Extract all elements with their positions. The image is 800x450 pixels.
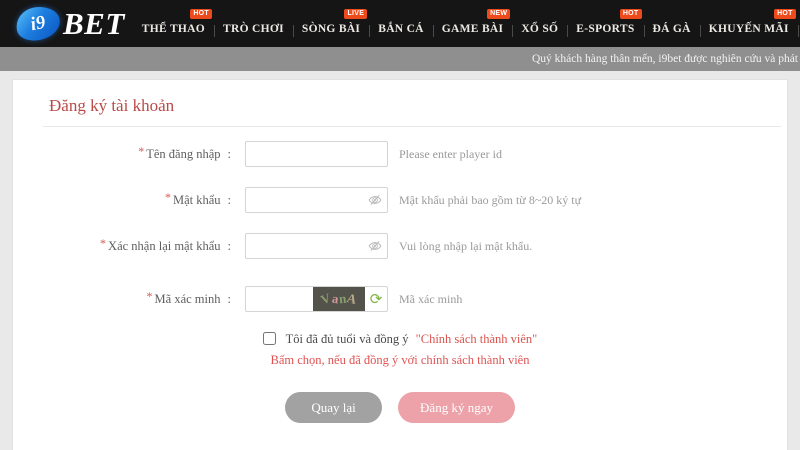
- agreement-text: Tôi đã đủ tuổi và đồng ý: [286, 332, 409, 346]
- nav-badge: HOT: [774, 9, 796, 19]
- logo-gem-icon: i9: [13, 3, 63, 44]
- logo-brand-text: BET: [63, 6, 125, 42]
- registration-form: * Tên đăng nhập : Please enter player id…: [13, 141, 787, 423]
- captcha-refresh-icon[interactable]: ⟳: [365, 290, 387, 308]
- password-hint: Mật khẩu phải bao gồm từ 8~20 ký tự: [399, 193, 581, 208]
- button-row: Quay lại Đăng ký ngay: [13, 392, 787, 423]
- nav-item-label: KHUYẾN MÃI: [709, 23, 789, 35]
- username-label: * Tên đăng nhập :: [13, 147, 245, 162]
- nav-badge: HOT: [190, 9, 212, 19]
- notice-ticker: Quý khách hàng thân mến, i9bet được nghi…: [0, 47, 800, 71]
- nav-item-7[interactable]: HOTE-SPORTS: [567, 23, 643, 35]
- captcha-row: * Mã xác minh : VanA ⟳ Mã xác minh: [13, 286, 787, 312]
- notice-ticker-text: Quý khách hàng thân mến, i9bet được nghi…: [532, 53, 798, 65]
- password-row: * Mật khẩu : Mật khẩu phải bao gồm từ 8~…: [13, 187, 787, 213]
- nav-item-label: SÒNG BÀI: [302, 23, 360, 35]
- confirm-password-row: * Xác nhận lại mật khẩu : Vui lòng nhập …: [13, 233, 787, 259]
- captcha-label: * Mã xác minh :: [13, 292, 245, 307]
- register-button[interactable]: Đăng ký ngay: [398, 392, 515, 423]
- captcha-image[interactable]: VanA: [313, 287, 365, 311]
- required-asterisk: *: [147, 289, 153, 304]
- captcha-hint: Mã xác minh: [399, 292, 462, 307]
- password-label: * Mật khẩu :: [13, 193, 245, 208]
- logo-gem-text: i9: [28, 11, 47, 36]
- nav-item-5[interactable]: NEWGAME BÀI: [433, 23, 513, 35]
- nav-item-1[interactable]: HOTTHỂ THAO: [133, 23, 214, 35]
- nav-item-label: BẮN CÁ: [378, 23, 424, 35]
- nav-badge: LIVE: [344, 9, 367, 19]
- nav-badge: HOT: [620, 9, 642, 19]
- nav-item-label: THỂ THAO: [142, 23, 205, 35]
- nav-item-4[interactable]: BẮN CÁ: [369, 23, 433, 35]
- top-nav: i9 BET HOTTHỂ THAOTRÒ CHƠILIVESÒNG BÀIBẮ…: [0, 0, 800, 47]
- nav-item-8[interactable]: ĐÁ GÀ: [644, 23, 700, 35]
- nav-item-label: TRÒ CHƠI: [223, 23, 284, 35]
- agreement-checkbox[interactable]: [263, 332, 276, 345]
- password-input[interactable]: [245, 187, 388, 213]
- nav-badge: NEW: [487, 9, 510, 19]
- confirm-password-hint: Vui lòng nhập lại mật khẩu.: [399, 239, 532, 254]
- captcha-field: VanA ⟳: [245, 286, 388, 312]
- username-hint: Please enter player id: [399, 147, 502, 162]
- agreement-row: Tôi đã đủ tuổi và đồng ý "Chính sách thà…: [13, 332, 787, 347]
- logo[interactable]: i9 BET: [16, 6, 125, 42]
- back-button[interactable]: Quay lại: [285, 392, 382, 423]
- nav-menu: HOTTHỂ THAO TRÒ CHƠI LIVESÒNG BÀI BẮN CÁ NEW…: [133, 23, 800, 35]
- nav-item-2[interactable]: TRÒ CHƠI: [214, 23, 293, 35]
- agreement-note: Bấm chọn, nếu đã đồng ý với chính sách t…: [13, 353, 787, 368]
- nav-item-label: E-SPORTS: [576, 23, 634, 35]
- policy-link[interactable]: "Chính sách thành viên": [416, 332, 538, 346]
- nav-item-label: GAME BÀI: [442, 23, 504, 35]
- confirm-password-input[interactable]: [245, 233, 388, 259]
- nav-item-3[interactable]: LIVESÒNG BÀI: [293, 23, 369, 35]
- required-asterisk: *: [100, 236, 106, 251]
- registration-card: Đăng ký tài khoản * Tên đăng nhập : Plea…: [12, 79, 788, 450]
- title-divider: [43, 126, 781, 127]
- page-title: Đăng ký tài khoản: [49, 96, 787, 116]
- captcha-char: A: [346, 290, 359, 308]
- eye-invisible-icon[interactable]: [368, 239, 382, 253]
- required-asterisk: *: [165, 190, 171, 205]
- confirm-password-label: * Xác nhận lại mật khẩu :: [13, 239, 245, 254]
- nav-item-6[interactable]: XỔ SỐ: [512, 23, 567, 35]
- nav-item-label: ĐÁ GÀ: [653, 23, 691, 35]
- username-row: * Tên đăng nhập : Please enter player id: [13, 141, 787, 167]
- eye-invisible-icon[interactable]: [368, 193, 382, 207]
- username-input[interactable]: [245, 141, 388, 167]
- nav-item-label: XỔ SỐ: [521, 23, 558, 35]
- required-asterisk: *: [138, 144, 144, 159]
- captcha-input[interactable]: [246, 288, 313, 310]
- nav-item-9[interactable]: HOTKHUYẾN MÃI: [700, 23, 798, 35]
